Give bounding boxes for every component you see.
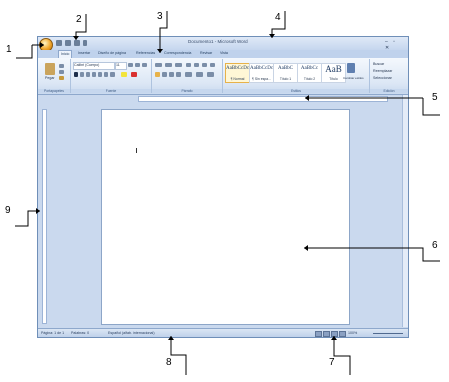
callout-line-1	[16, 45, 33, 59]
arrowhead-6	[304, 245, 308, 251]
callout-number-1: 1	[6, 44, 12, 55]
callout-line-7	[333, 336, 351, 375]
arrowhead-8	[168, 336, 174, 340]
arrowhead-9	[36, 208, 40, 214]
callout-line-8	[170, 336, 187, 375]
callout-number-4: 4	[275, 12, 281, 23]
arrowhead-4	[269, 34, 275, 38]
arrowhead-1	[40, 42, 44, 48]
callout-number-5: 5	[432, 92, 438, 103]
arrowhead-3	[157, 49, 163, 53]
arrowhead-2	[73, 36, 79, 40]
callout-number-7: 7	[329, 357, 335, 368]
arrowhead-7	[331, 336, 337, 340]
callout-number-8: 8	[166, 357, 172, 368]
callout-line-6	[304, 247, 440, 262]
callout-number-9: 9	[5, 205, 11, 216]
callout-number-3: 3	[157, 11, 163, 22]
callout-number-6: 6	[432, 240, 438, 251]
callout-lines	[15, 11, 440, 375]
callout-number-2: 2	[76, 14, 82, 25]
arrowhead-5	[305, 95, 309, 101]
